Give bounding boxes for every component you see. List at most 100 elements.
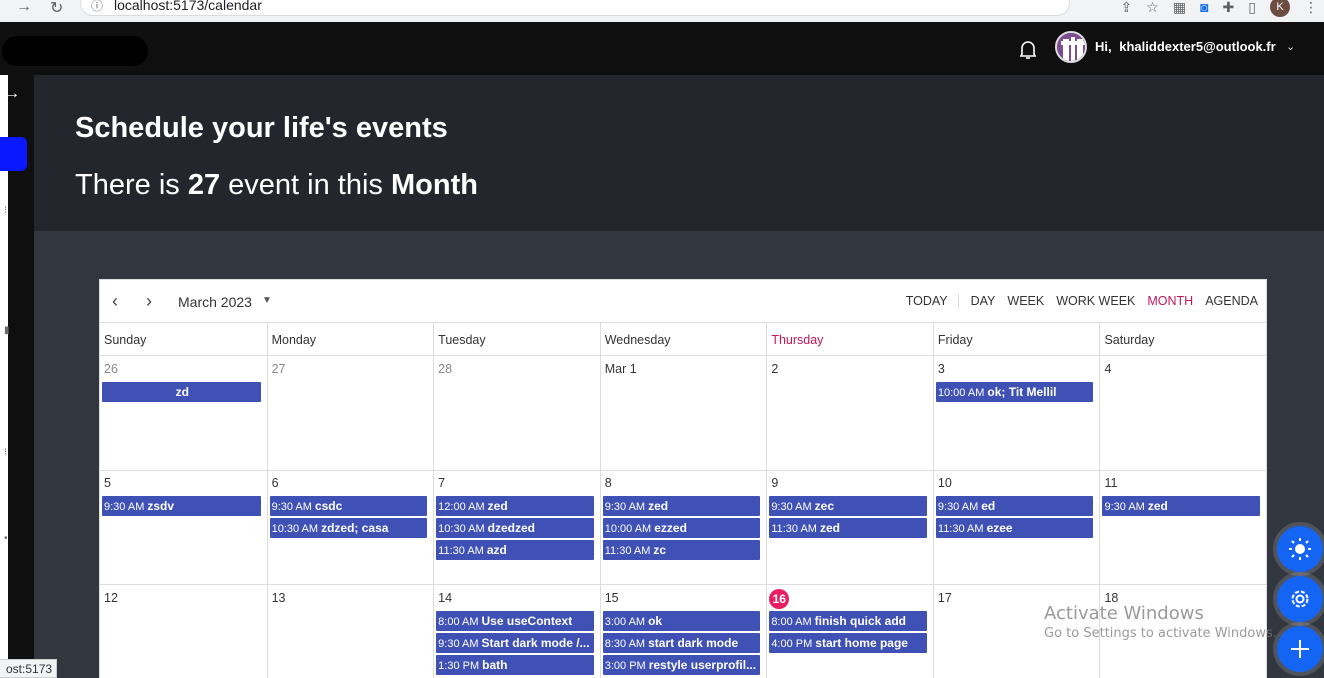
calendar-event[interactable]: 11:30 AM zed	[769, 518, 927, 538]
day-number[interactable]: 7	[438, 476, 445, 490]
calendar-event[interactable]: 10:00 AM ezzed	[602, 518, 761, 538]
day-cell[interactable]: 26 zd	[100, 356, 267, 470]
sidebar-item-icon[interactable]: ⁝	[4, 447, 7, 458]
view-today-button[interactable]: TODAY	[906, 294, 959, 308]
view-work-week-button[interactable]: WORK WEEK	[1056, 294, 1135, 308]
calendar-event[interactable]: 9:30 AM zed	[602, 496, 761, 516]
chevron-down-icon[interactable]: ⌄	[1286, 40, 1295, 53]
expand-sidebar-icon[interactable]: →	[4, 85, 20, 103]
app-logo[interactable]	[2, 36, 148, 66]
day-cell[interactable]: 28	[433, 356, 600, 470]
day-cell[interactable]: 12	[100, 585, 267, 678]
day-cell[interactable]: 3 10:00 AM ok; Tit Mellil	[932, 356, 1100, 470]
day-number[interactable]: 28	[438, 362, 452, 376]
sidebar-item-icon[interactable]: ⁝	[4, 205, 7, 216]
day-cell[interactable]: 6 9:30 AM csdc 10:30 AM zdzed; casa	[266, 470, 434, 584]
day-number[interactable]: 5	[104, 476, 111, 490]
day-number[interactable]: 6	[272, 476, 279, 490]
day-cell[interactable]: Mar 1	[599, 356, 767, 470]
add-event-button[interactable]	[1277, 626, 1323, 672]
extension-qr-icon[interactable]: ▦	[1173, 0, 1186, 16]
menu-kebab-icon[interactable]: ⋮	[1304, 0, 1318, 16]
calendar-event[interactable]: 3:00 PM restyle userprofil...	[602, 655, 761, 675]
day-number[interactable]: 10	[938, 476, 952, 490]
day-number[interactable]: Mar 1	[605, 362, 637, 376]
share-icon[interactable]: ⇪	[1121, 0, 1133, 16]
address-bar[interactable]: ⓘ localhost:5173/calendar	[80, 0, 1070, 16]
theme-toggle-button[interactable]	[1277, 526, 1323, 572]
day-number[interactable]: 26	[104, 362, 118, 376]
calendar-event[interactable]: 8:00 AM finish quick add	[769, 611, 927, 631]
notification-bell-icon[interactable]	[1018, 39, 1038, 61]
day-number[interactable]: 11	[1104, 476, 1117, 490]
calendar-event[interactable]: 9:30 AM zed	[1102, 496, 1261, 516]
day-cell[interactable]: 10 9:30 AM ed 11:30 AM ezee	[932, 470, 1100, 584]
day-number[interactable]: 12	[104, 591, 118, 605]
side-panel-icon[interactable]: ▯	[1248, 0, 1256, 16]
day-cell[interactable]: 11 9:30 AM zed	[1099, 470, 1266, 584]
day-number[interactable]: 27	[272, 362, 286, 376]
sidebar-item-icon[interactable]: ▮	[4, 325, 10, 336]
calendar-event[interactable]: zd	[102, 382, 261, 402]
day-number[interactable]: 8	[605, 476, 612, 490]
puzzle-icon[interactable]: ✚	[1223, 0, 1235, 16]
sidebar-item-calendar[interactable]	[0, 137, 27, 171]
calendar-event[interactable]: 10:00 AM ok; Tit Mellil	[935, 382, 1094, 402]
settings-button[interactable]	[1277, 576, 1323, 622]
day-number[interactable]: 17	[938, 591, 952, 605]
calendar-event[interactable]: 3:00 AM ok	[602, 611, 761, 631]
day-number[interactable]: 9	[771, 476, 778, 490]
calendar-event[interactable]: 9:30 AM Start dark mode /...	[436, 633, 594, 653]
day-cell[interactable]: 7 12:00 AM zed 10:30 AM dzedzed 11:30 AM azd	[433, 470, 600, 584]
calendar-event[interactable]: 9:30 AM csdc	[269, 496, 428, 516]
view-agenda-button[interactable]: AGENDA	[1205, 294, 1258, 308]
view-month-button[interactable]: MONTH	[1147, 294, 1193, 308]
sidebar-item-icon[interactable]: •	[4, 533, 8, 544]
bookmark-star-icon[interactable]: ☆	[1146, 0, 1159, 16]
day-cell[interactable]: 8 9:30 AM zed 10:00 AM ezzed 11:30 AM zc	[599, 470, 767, 584]
address-url[interactable]: localhost:5173/calendar	[114, 0, 262, 13]
calendar-event[interactable]: 9:30 AM zsdv	[102, 496, 261, 516]
user-avatar[interactable]	[1055, 31, 1087, 63]
day-number[interactable]: 4	[1104, 362, 1111, 376]
day-number[interactable]: 14	[438, 591, 452, 605]
month-selector[interactable]: March 2023	[178, 294, 252, 310]
calendar-event[interactable]: 11:30 AM ezee	[935, 518, 1094, 538]
caret-down-icon[interactable]: ▼	[262, 295, 272, 306]
calendar-event[interactable]: 11:30 AM zc	[602, 540, 761, 560]
extension-icon[interactable]: ◙	[1200, 0, 1208, 15]
day-number[interactable]: 13	[272, 591, 286, 605]
chevron-right-icon[interactable]: ›	[146, 291, 152, 312]
calendar-event[interactable]: 10:30 AM zdzed; casa	[269, 518, 428, 538]
site-info-icon[interactable]: ⓘ	[91, 0, 103, 14]
day-number[interactable]: 3	[938, 362, 945, 376]
day-cell[interactable]: 16 8:00 AM finish quick add 4:00 PM start ho…	[766, 585, 933, 678]
calendar-event[interactable]: 9:30 AM ed	[935, 496, 1094, 516]
day-cell[interactable]: 13	[266, 585, 434, 678]
today-date-badge[interactable]: 16	[769, 589, 790, 609]
day-number[interactable]: 15	[605, 591, 619, 605]
day-cell[interactable]: 5 9:30 AM zsdv	[100, 470, 267, 584]
calendar-event[interactable]: 8:30 AM start dark mode	[602, 633, 761, 653]
day-cell[interactable]: 15 3:00 AM ok 8:30 AM start dark mode 3:00 PM…	[599, 585, 767, 678]
calendar-event[interactable]: 8:00 AM Use useContext	[436, 611, 594, 631]
chevron-left-icon[interactable]: ‹	[112, 291, 118, 312]
day-cell[interactable]: 9 9:30 AM zec 11:30 AM zed	[766, 470, 933, 584]
day-cell[interactable]: 14 8:00 AM Use useContext 9:30 AM Start dark…	[433, 585, 600, 678]
calendar-event[interactable]: 4:00 PM start home page	[769, 633, 927, 653]
calendar-event[interactable]: 10:30 AM dzedzed	[436, 518, 594, 538]
view-day-button[interactable]: DAY	[971, 294, 996, 308]
calendar-event[interactable]: 1:30 PM bath	[436, 655, 594, 675]
day-cell[interactable]: 4	[1099, 356, 1266, 470]
profile-avatar[interactable]: K	[1270, 0, 1290, 17]
calendar-event[interactable]: 12:00 AM zed	[436, 496, 594, 516]
day-number[interactable]: 2	[771, 362, 778, 376]
day-cell[interactable]: 27	[266, 356, 434, 470]
view-week-button[interactable]: WEEK	[1007, 294, 1044, 308]
forward-icon[interactable]: →	[16, 0, 32, 16]
reload-icon[interactable]: ↻	[50, 0, 63, 18]
calendar-event[interactable]: 9:30 AM zec	[769, 496, 927, 516]
day-cell[interactable]: 2	[766, 356, 933, 470]
calendar-event[interactable]: 11:30 AM azd	[436, 540, 594, 560]
user-greeting[interactable]: Hi, khaliddexter5@outlook.fr	[1095, 39, 1276, 54]
